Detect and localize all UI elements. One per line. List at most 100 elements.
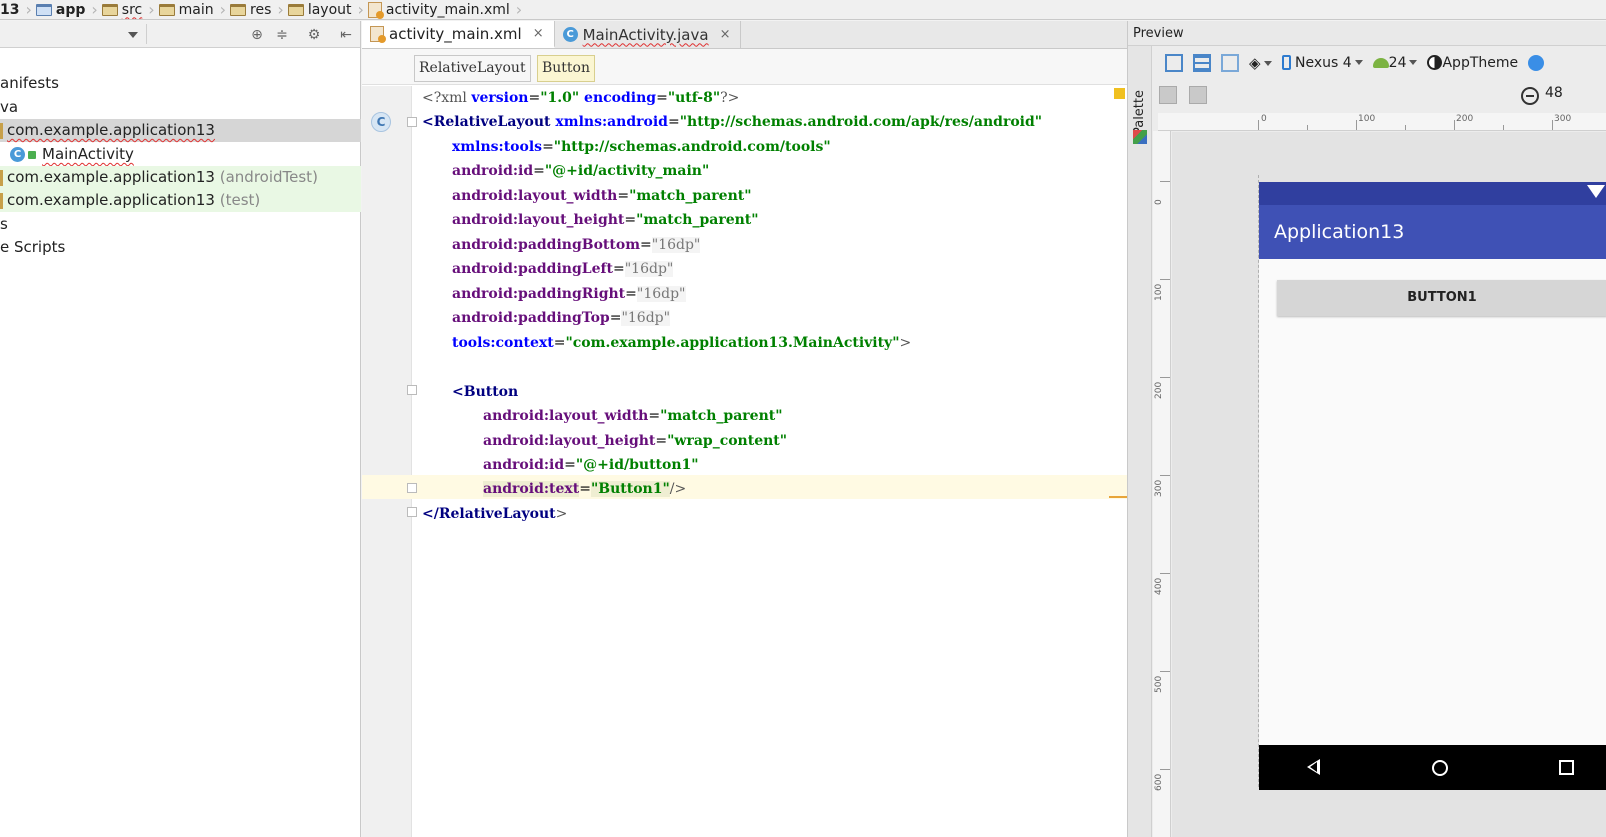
- code-token: "utf-8": [667, 90, 721, 106]
- code-token: android:paddingTop: [452, 310, 610, 326]
- tree-item-androidtest-package[interactable]: com.example.application13 (androidTest): [0, 166, 361, 189]
- tree-item-suffix: (androidTest): [219, 168, 318, 186]
- tree-item-java[interactable]: va: [0, 96, 361, 119]
- code-token: "@+id/activity_main": [544, 163, 710, 179]
- tree-item-test-package[interactable]: com.example.application13 (test): [0, 189, 361, 212]
- design-canvas[interactable]: Application13 BUTTON1: [1172, 132, 1606, 837]
- ruler-label: 100: [1358, 114, 1376, 124]
- analysis-status-marker[interactable]: [1114, 88, 1125, 99]
- tree-item-gradle-scripts[interactable]: e Scripts: [0, 236, 361, 259]
- fold-marker-icon[interactable]: [407, 117, 417, 127]
- code-token: "http://schemas.android.com/apk/res/andr…: [679, 114, 1043, 130]
- code-line-13: <Button: [452, 380, 518, 404]
- zoom-out-icon[interactable]: [1521, 87, 1539, 105]
- settings-gear-icon[interactable]: ⚙: [305, 26, 323, 44]
- code-line-18: </RelativeLayout>: [422, 502, 567, 526]
- ruler-tick: [1160, 279, 1170, 280]
- code-token: "16dp": [621, 310, 671, 326]
- blueprint-view-icon[interactable]: [1193, 53, 1211, 72]
- code-token: =: [617, 188, 630, 204]
- code-line-15: android:layout_height="wrap_content": [483, 429, 787, 453]
- wifi-icon: [1587, 185, 1605, 198]
- ruler-label: 200: [1154, 381, 1164, 399]
- breadcrumb-layout[interactable]: layout: [286, 0, 356, 19]
- code-token: "Button1": [590, 481, 670, 497]
- activity-class-icon[interactable]: C: [371, 112, 391, 132]
- ruler-tick: [1160, 475, 1170, 476]
- collapse-all-icon[interactable]: ≑: [273, 26, 291, 44]
- code-token: "16dp": [624, 261, 674, 277]
- breadcrumb-project[interactable]: 13: [0, 0, 23, 19]
- chevron-right-icon: ›: [25, 0, 32, 19]
- close-icon[interactable]: ×: [533, 26, 544, 41]
- preview-button1[interactable]: BUTTON1: [1277, 280, 1606, 316]
- caret-position-marker: [1109, 496, 1127, 498]
- device-dropdown[interactable]: Nexus 4: [1281, 54, 1363, 71]
- breadcrumb-label: res: [250, 1, 272, 18]
- hide-panel-icon[interactable]: ⇤: [337, 26, 355, 44]
- code-token: <?xml: [422, 90, 472, 106]
- theme-label: AppTheme: [1442, 54, 1519, 71]
- xml-crumb-relativelayout[interactable]: RelativeLayout: [414, 55, 531, 82]
- breadcrumb-src[interactable]: src: [100, 0, 146, 19]
- code-token: >: [899, 335, 912, 351]
- breadcrumb-res[interactable]: res: [228, 0, 275, 19]
- app-bar-title: Application13: [1259, 205, 1606, 259]
- code-token: </RelativeLayout: [422, 506, 556, 522]
- breadcrumb-app[interactable]: app: [34, 0, 90, 19]
- both-views-icon[interactable]: [1221, 53, 1239, 72]
- tree-item-main-package[interactable]: com.example.application13: [0, 119, 361, 142]
- tree-item-manifests[interactable]: anifests: [0, 72, 361, 95]
- fit-width-icon[interactable]: [1159, 86, 1177, 104]
- ruler-label: 500: [1154, 675, 1164, 693]
- code-line-3: xmlns:tools="http://schemas.android.com/…: [452, 135, 831, 159]
- code-token: "match_parent": [636, 212, 759, 228]
- fold-marker-icon[interactable]: [407, 385, 417, 395]
- api-level-dropdown[interactable]: 24: [1372, 54, 1418, 71]
- xml-crumb-button[interactable]: Button: [537, 55, 596, 82]
- tree-item-label: com.example.application13: [7, 121, 215, 139]
- tab-label: MainActivity.java: [582, 25, 709, 44]
- vertical-ruler: 0 100 200 300 400 500 600: [1153, 131, 1171, 837]
- code-token: =: [579, 481, 591, 497]
- theme-selector[interactable]: AppTheme: [1427, 55, 1518, 71]
- api-label: 24: [1388, 54, 1407, 71]
- ruler-label: 300: [1154, 479, 1164, 497]
- palette-toggle[interactable]: Palette: [1132, 90, 1147, 135]
- code-token: =: [564, 457, 576, 473]
- fold-marker-icon[interactable]: [407, 483, 417, 493]
- current-line-highlight: [362, 475, 1127, 499]
- tree-item-mainactivity[interactable]: C MainActivity: [0, 143, 361, 166]
- code-area[interactable]: C <?xml version="1.0" encoding="utf-8"?>…: [362, 86, 1127, 837]
- breadcrumb-label: app: [55, 1, 86, 18]
- tab-activity-main-xml[interactable]: activity_main.xml ×: [362, 21, 555, 48]
- tab-mainactivity-java[interactable]: C MainActivity.java ×: [555, 21, 742, 48]
- code-token: version: [471, 90, 529, 106]
- tree-item-label: MainActivity: [42, 145, 134, 163]
- ruler-label: 300: [1554, 114, 1572, 124]
- design-view-icon[interactable]: [1165, 53, 1183, 72]
- scroll-from-source-icon[interactable]: ⊕: [248, 26, 266, 44]
- breadcrumb-file[interactable]: activity_main.xml: [366, 0, 514, 19]
- device-label: Nexus 4: [1295, 54, 1352, 71]
- ruler-label: 400: [1154, 577, 1164, 595]
- editor-gutter: C: [362, 86, 412, 837]
- breadcrumb-label: src: [121, 1, 143, 18]
- tree-item-suffix: (test): [219, 191, 261, 209]
- code-token: >: [555, 506, 568, 522]
- device-screen[interactable]: Application13 BUTTON1: [1259, 182, 1606, 790]
- fit-height-icon[interactable]: [1189, 86, 1207, 104]
- view-dropdown-arrow-icon[interactable]: [128, 32, 138, 38]
- locale-globe-icon[interactable]: [1528, 54, 1545, 71]
- close-icon[interactable]: ×: [720, 27, 731, 42]
- orientation-dropdown[interactable]: ◈: [1249, 54, 1272, 72]
- code-token: <RelativeLayout: [422, 114, 556, 130]
- rotate-device-icon: ◈: [1249, 53, 1261, 72]
- palette-icon[interactable]: [1133, 130, 1147, 144]
- xml-structure-breadcrumb: RelativeLayout Button: [362, 49, 1127, 85]
- fold-marker-icon[interactable]: [407, 507, 417, 517]
- preview-toolbar: ◈ Nexus 4 24 AppTheme: [1153, 46, 1606, 79]
- tree-item-res[interactable]: s: [0, 213, 361, 236]
- breadcrumb-main[interactable]: main: [157, 0, 218, 19]
- chevron-right-icon: ›: [219, 0, 227, 19]
